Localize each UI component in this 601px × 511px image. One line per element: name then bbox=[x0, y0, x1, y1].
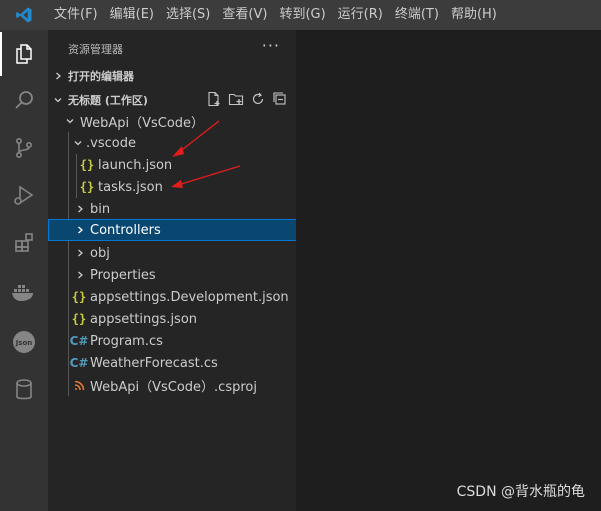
chevron-right-icon bbox=[72, 248, 88, 258]
menu-go[interactable]: 转到(G) bbox=[273, 0, 331, 30]
tree-file-program-cs[interactable]: C# Program.cs bbox=[48, 330, 318, 352]
refresh-icon[interactable] bbox=[250, 91, 266, 110]
tree-item-label: appsettings.Development.json bbox=[90, 289, 289, 305]
chevron-down-icon bbox=[62, 116, 78, 126]
menu-selection[interactable]: 选择(S) bbox=[160, 0, 216, 30]
tree-file-tasks-json[interactable]: {} tasks.json bbox=[48, 176, 326, 198]
run-debug-icon[interactable] bbox=[0, 173, 48, 217]
source-control-icon[interactable] bbox=[0, 126, 48, 170]
tree-item-label: appsettings.json bbox=[90, 311, 198, 327]
chevron-right-icon bbox=[72, 204, 88, 214]
workspace-label: 无标题 (工作区) bbox=[68, 94, 148, 107]
tree-file-csproj[interactable]: WebApi（VsCode）.csproj bbox=[48, 374, 318, 396]
json-file-icon: {} bbox=[71, 290, 87, 304]
explorer-icon[interactable] bbox=[0, 32, 48, 76]
tree-folder-project[interactable]: WebApi（VsCode） bbox=[48, 110, 310, 132]
workspace-actions bbox=[206, 89, 288, 111]
csharp-file-icon: C# bbox=[69, 356, 89, 370]
menu-help[interactable]: 帮助(H) bbox=[445, 0, 503, 30]
explorer-sidebar: 资源管理器 ··· 打开的编辑器 无标题 (工作区) WebApi（VsCode… bbox=[48, 30, 320, 511]
new-folder-icon[interactable] bbox=[228, 91, 244, 110]
menu-bar: 文件(F) 编辑(E) 选择(S) 查看(V) 转到(G) 运行(R) 终端(T… bbox=[48, 0, 503, 30]
menu-file[interactable]: 文件(F) bbox=[48, 0, 104, 30]
menu-view[interactable]: 查看(V) bbox=[216, 0, 273, 30]
json-file-icon: {} bbox=[79, 180, 95, 194]
open-editors-label: 打开的编辑器 bbox=[68, 70, 134, 83]
explorer-title: 资源管理器 bbox=[68, 43, 123, 56]
tree-item-label: WebApi（VsCode） bbox=[80, 115, 205, 131]
vscode-logo-icon bbox=[0, 0, 48, 30]
tree-folder-bin[interactable]: bin bbox=[48, 198, 320, 220]
title-bar: 文件(F) 编辑(E) 选择(S) 查看(V) 转到(G) 运行(R) 终端(T… bbox=[0, 0, 601, 30]
tree-item-label: Program.cs bbox=[90, 333, 163, 349]
tree-file-appsettings-development-json[interactable]: {} appsettings.Development.json bbox=[48, 286, 318, 308]
open-editors-section[interactable]: 打开的编辑器 bbox=[48, 65, 296, 87]
tree-folder-properties[interactable]: Properties bbox=[48, 264, 320, 286]
json-file-icon: {} bbox=[71, 312, 87, 326]
database-icon[interactable] bbox=[0, 368, 48, 412]
tree-item-label: WebApi（VsCode）.csproj bbox=[90, 379, 257, 395]
tree-file-appsettings-json[interactable]: {} appsettings.json bbox=[48, 308, 318, 330]
docker-icon[interactable] bbox=[0, 270, 48, 314]
tree-item-label: .vscode bbox=[86, 135, 136, 151]
activity-bar: Json bbox=[0, 30, 48, 511]
json-icon-label: Json bbox=[15, 339, 33, 347]
workspace-section[interactable]: 无标题 (工作区) bbox=[48, 89, 296, 111]
tree-folder-obj[interactable]: obj bbox=[48, 242, 320, 264]
watermark: CSDN @背水瓶的龟 bbox=[456, 484, 585, 500]
more-actions-button[interactable]: ··· bbox=[262, 36, 280, 55]
menu-run[interactable]: 运行(R) bbox=[332, 0, 389, 30]
extensions-icon[interactable] bbox=[0, 221, 48, 265]
tree-item-label: launch.json bbox=[98, 157, 173, 173]
editor-area: CSDN @背水瓶的龟 bbox=[296, 30, 601, 511]
rss-file-icon bbox=[70, 380, 88, 391]
tree-folder-vscode[interactable]: .vscode bbox=[48, 132, 318, 154]
chevron-down-icon bbox=[48, 95, 68, 105]
json-icon[interactable]: Json bbox=[0, 320, 48, 364]
tree-item-label: Properties bbox=[90, 267, 156, 283]
tree-item-label: tasks.json bbox=[98, 179, 163, 195]
json-file-icon: {} bbox=[79, 158, 95, 172]
tree-item-label: obj bbox=[90, 245, 110, 261]
tree-item-label: Controllers bbox=[90, 222, 161, 238]
explorer-header: 资源管理器 ··· bbox=[48, 30, 296, 65]
csharp-file-icon: C# bbox=[69, 334, 89, 348]
tree-item-label: bin bbox=[90, 201, 111, 217]
collapse-all-icon[interactable] bbox=[272, 91, 288, 110]
tree-file-weatherforecast-cs[interactable]: C# WeatherForecast.cs bbox=[48, 352, 318, 374]
chevron-down-icon bbox=[70, 138, 86, 148]
menu-edit[interactable]: 编辑(E) bbox=[104, 0, 160, 30]
chevron-right-icon bbox=[72, 225, 88, 235]
new-file-icon[interactable] bbox=[206, 91, 222, 110]
search-icon[interactable] bbox=[0, 78, 48, 122]
tree-file-launch-json[interactable]: {} launch.json bbox=[48, 154, 326, 176]
tree-folder-controllers[interactable]: Controllers bbox=[48, 219, 320, 241]
menu-terminal[interactable]: 终端(T) bbox=[389, 0, 445, 30]
chevron-right-icon bbox=[72, 270, 88, 280]
chevron-right-icon bbox=[48, 71, 68, 81]
tree-item-label: WeatherForecast.cs bbox=[90, 355, 218, 371]
